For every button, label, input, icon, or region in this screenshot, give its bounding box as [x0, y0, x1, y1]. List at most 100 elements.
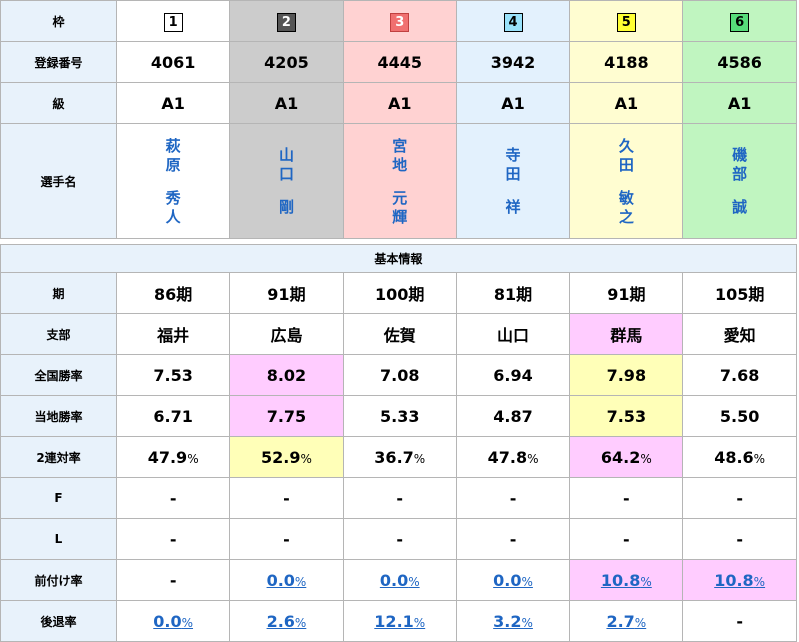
- racer-name-link[interactable]: 磯部誠: [732, 146, 747, 217]
- frame-number-badge: 3: [390, 12, 410, 32]
- touchi-value: 4.87: [455, 395, 571, 437]
- ki-row: 期 86期 91期 100期 81期 91期 105期: [0, 272, 797, 314]
- toban-value: 4061: [115, 41, 231, 83]
- toban-value: 4188: [569, 41, 684, 83]
- zenkoku-label: 全国勝率: [0, 354, 117, 396]
- l-value: -: [569, 518, 684, 560]
- f-value: -: [569, 477, 684, 519]
- touchi-value: 7.75: [229, 395, 344, 437]
- kyu-row: 級 A1 A1 A1 A1 A1 A1: [0, 82, 797, 124]
- maezuke-link[interactable]: 0.0%: [380, 571, 420, 590]
- touchi-row: 当地勝率 6.71 7.75 5.33 4.87 7.53 5.50: [0, 395, 797, 437]
- senshu-label: 選手名: [0, 123, 117, 239]
- toban-label: 登録番号: [0, 41, 117, 83]
- renritsu-value: 48.6%: [682, 436, 797, 478]
- kyu-value: A1: [682, 82, 797, 124]
- maezuke-row: 前付け率 - 0.0% 0.0% 0.0% 10.8% 10.8%: [0, 559, 797, 601]
- kyu-value: A1: [569, 82, 684, 124]
- f-value: -: [229, 477, 344, 519]
- racer-table: 枠 1 2 3 4 5 6 登録番号 4061 4205 4445 3942 4…: [0, 0, 797, 239]
- renritsu-value: 47.9%: [115, 436, 231, 478]
- kotai-link[interactable]: 12.1%: [374, 612, 425, 631]
- frame-number-badge: 4: [503, 12, 523, 32]
- kotai-link[interactable]: 3.2%: [493, 612, 533, 631]
- maezuke-value: -: [115, 559, 231, 601]
- l-value: -: [455, 518, 571, 560]
- racer-name-link[interactable]: 山口剛: [279, 146, 294, 217]
- maezuke-link[interactable]: 0.0%: [267, 571, 307, 590]
- l-row: L - - - - - -: [0, 518, 797, 560]
- kotai-link[interactable]: 0.0%: [153, 612, 193, 631]
- racer-name-link[interactable]: 久田敏之: [619, 137, 634, 227]
- kotai-link[interactable]: 2.6%: [267, 612, 307, 631]
- section-title: 基本情報: [0, 244, 797, 273]
- zenkoku-value: 6.94: [455, 354, 571, 396]
- ki-value: 86期: [115, 272, 231, 314]
- ki-label: 期: [0, 272, 117, 314]
- kyu-value: A1: [115, 82, 231, 124]
- f-value: -: [115, 477, 231, 519]
- zenkoku-value: 7.08: [342, 354, 457, 396]
- maezuke-link[interactable]: 0.0%: [493, 571, 533, 590]
- ki-value: 91期: [569, 272, 684, 314]
- kyu-value: A1: [342, 82, 457, 124]
- shibu-value: 愛知: [682, 313, 797, 355]
- f-value: -: [455, 477, 571, 519]
- l-value: -: [229, 518, 344, 560]
- f-label: F: [0, 477, 117, 519]
- kotai-value: -: [682, 600, 797, 642]
- f-row: F - - - - - -: [0, 477, 797, 519]
- shibu-value: 山口: [455, 313, 571, 355]
- shibu-value: 佐賀: [342, 313, 457, 355]
- toban-value: 4205: [229, 41, 344, 83]
- shibu-row: 支部 福井 広島 佐賀 山口 群馬 愛知: [0, 313, 797, 355]
- name-row: 選手名 萩原秀人 山口剛 宮地元輝 寺田祥 久田敏之 磯部誠: [0, 123, 797, 239]
- touchi-value: 6.71: [115, 395, 231, 437]
- ki-value: 91期: [229, 272, 344, 314]
- renritsu-value: 47.8%: [455, 436, 571, 478]
- section-header-row: 基本情報: [0, 244, 797, 273]
- kotai-link[interactable]: 2.7%: [606, 612, 646, 631]
- f-value: -: [682, 477, 797, 519]
- touchi-value: 7.53: [569, 395, 684, 437]
- renritsu-value: 52.9%: [229, 436, 344, 478]
- ki-value: 105期: [682, 272, 797, 314]
- kotai-row: 後退率 0.0% 2.6% 12.1% 3.2% 2.7% -: [0, 600, 797, 642]
- l-value: -: [115, 518, 231, 560]
- touchi-value: 5.50: [682, 395, 797, 437]
- maezuke-link[interactable]: 10.8%: [601, 571, 652, 590]
- ki-value: 100期: [342, 272, 457, 314]
- kyu-value: A1: [455, 82, 571, 124]
- frame-number-badge: 2: [276, 12, 296, 32]
- shibu-value: 群馬: [569, 313, 684, 355]
- renritsu-value: 64.2%: [569, 436, 684, 478]
- touchi-label: 当地勝率: [0, 395, 117, 437]
- basic-info-table: 基本情報 期 86期 91期 100期 81期 91期 105期 支部 福井 広…: [0, 244, 797, 642]
- renritsu-value: 36.7%: [342, 436, 457, 478]
- shibu-label: 支部: [0, 313, 117, 355]
- ki-value: 81期: [455, 272, 571, 314]
- maezuke-label: 前付け率: [0, 559, 117, 601]
- f-value: -: [342, 477, 457, 519]
- kyu-label: 級: [0, 82, 117, 124]
- racer-name-link[interactable]: 萩原秀人: [166, 137, 181, 227]
- l-value: -: [682, 518, 797, 560]
- racer-name-link[interactable]: 寺田祥: [506, 146, 521, 217]
- zenkoku-value: 7.68: [682, 354, 797, 396]
- frame-number-badge: 1: [163, 12, 183, 32]
- l-value: -: [342, 518, 457, 560]
- kyu-value: A1: [229, 82, 344, 124]
- renritsu-row: 2連対率 47.9% 52.9% 36.7% 47.8% 64.2% 48.6%: [0, 436, 797, 478]
- zenkoku-value: 7.98: [569, 354, 684, 396]
- shibu-value: 福井: [115, 313, 231, 355]
- kotai-label: 後退率: [0, 600, 117, 642]
- racer-name-link[interactable]: 宮地元輝: [392, 137, 407, 227]
- frame-number-badge: 5: [616, 12, 636, 32]
- zenkoku-row: 全国勝率 7.53 8.02 7.08 6.94 7.98 7.68: [0, 354, 797, 396]
- waku-label: 枠: [0, 0, 117, 42]
- zenkoku-value: 7.53: [115, 354, 231, 396]
- toban-value: 4445: [342, 41, 457, 83]
- renritsu-label: 2連対率: [0, 436, 117, 478]
- toban-value: 3942: [455, 41, 571, 83]
- maezuke-link[interactable]: 10.8%: [714, 571, 765, 590]
